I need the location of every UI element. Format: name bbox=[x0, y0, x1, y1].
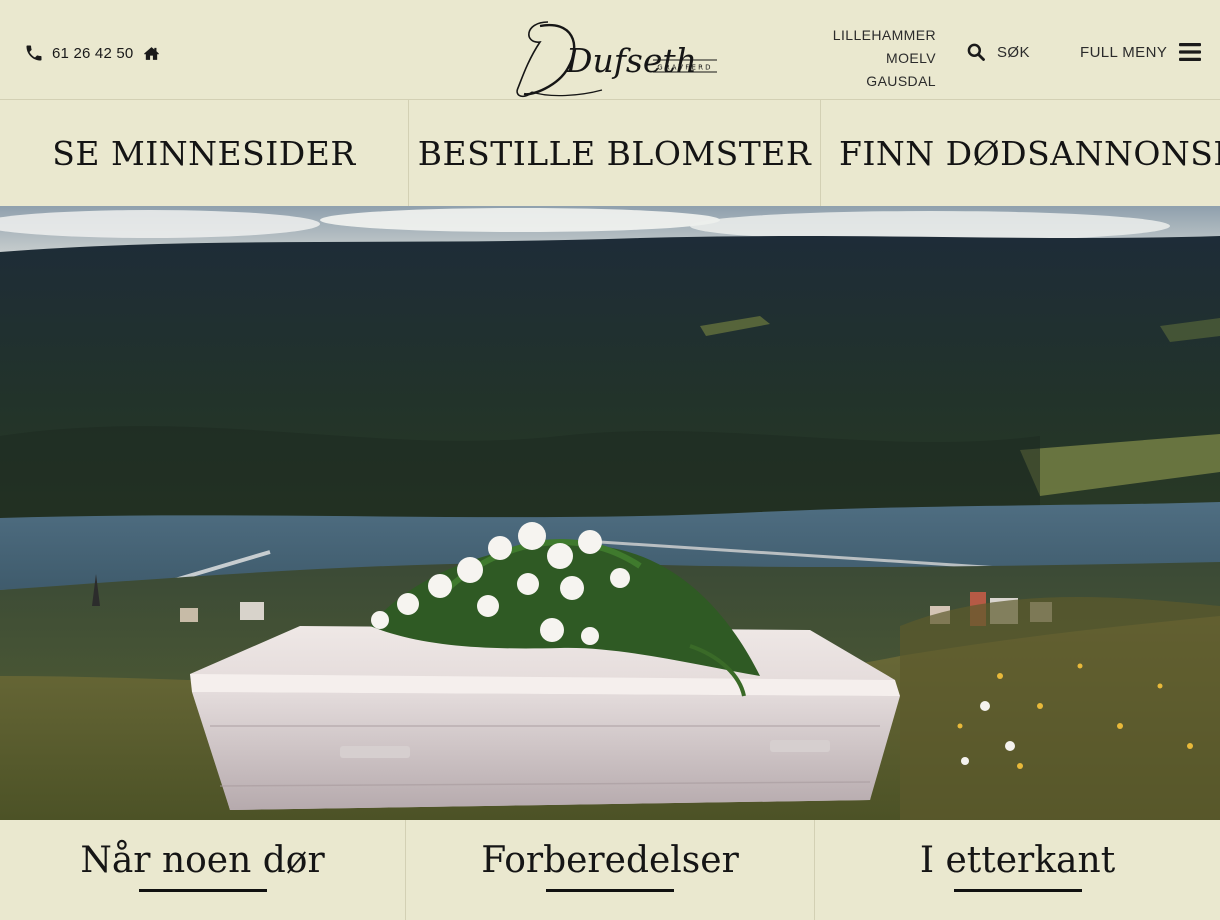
card-afterwards[interactable]: I etterkant bbox=[815, 820, 1220, 920]
quick-links: SE MINNESIDER BESTILLE BLOMSTER FINN DØD… bbox=[0, 100, 1220, 206]
location-item[interactable]: MOELV bbox=[833, 47, 936, 70]
search-button[interactable]: SØK bbox=[966, 41, 1030, 63]
card-title: Forberedelser bbox=[481, 840, 739, 881]
phone-link[interactable]: 61 26 42 50 bbox=[24, 42, 160, 64]
card-underline bbox=[953, 889, 1082, 892]
card-title: Når noen dør bbox=[80, 840, 325, 881]
phone-icon bbox=[24, 43, 44, 63]
location-list: LILLEHAMMER MOELV GAUSDAL bbox=[833, 24, 936, 93]
logo-subtext: GRAVFERD bbox=[657, 64, 712, 72]
card-when-someone-dies[interactable]: Når noen dør bbox=[0, 820, 406, 920]
menu-label: FULL MENY bbox=[1080, 43, 1168, 61]
card-preparations[interactable]: Forberedelser bbox=[406, 820, 815, 920]
quick-link-memorial-pages[interactable]: SE MINNESIDER bbox=[0, 100, 409, 206]
location-item[interactable]: LILLEHAMMER bbox=[833, 24, 936, 47]
search-icon bbox=[966, 42, 986, 62]
site-header: 61 26 42 50 Dufseth GRAVFERD LILLEHAMMER… bbox=[0, 0, 1220, 100]
location-item[interactable]: GAUSDAL bbox=[833, 70, 936, 93]
phone-number: 61 26 42 50 bbox=[52, 44, 134, 62]
full-menu-button[interactable]: FULL MENY bbox=[1080, 41, 1202, 63]
search-label: SØK bbox=[997, 43, 1030, 61]
info-cards: Når noen dør Forberedelser I etterkant bbox=[0, 820, 1220, 920]
quick-link-order-flowers[interactable]: BESTILLE BLOMSTER bbox=[409, 100, 821, 206]
quick-link-find-obituaries[interactable]: FINN DØDSANNONSER bbox=[821, 100, 1220, 206]
site-logo[interactable]: Dufseth GRAVFERD bbox=[510, 16, 722, 100]
home-icon[interactable] bbox=[143, 45, 160, 62]
card-underline bbox=[138, 889, 267, 892]
hamburger-icon bbox=[1179, 43, 1202, 61]
card-underline bbox=[546, 889, 674, 892]
card-title: I etterkant bbox=[919, 840, 1116, 881]
logo-wordmark: Dufseth bbox=[565, 41, 697, 80]
hero-image bbox=[0, 206, 1220, 820]
